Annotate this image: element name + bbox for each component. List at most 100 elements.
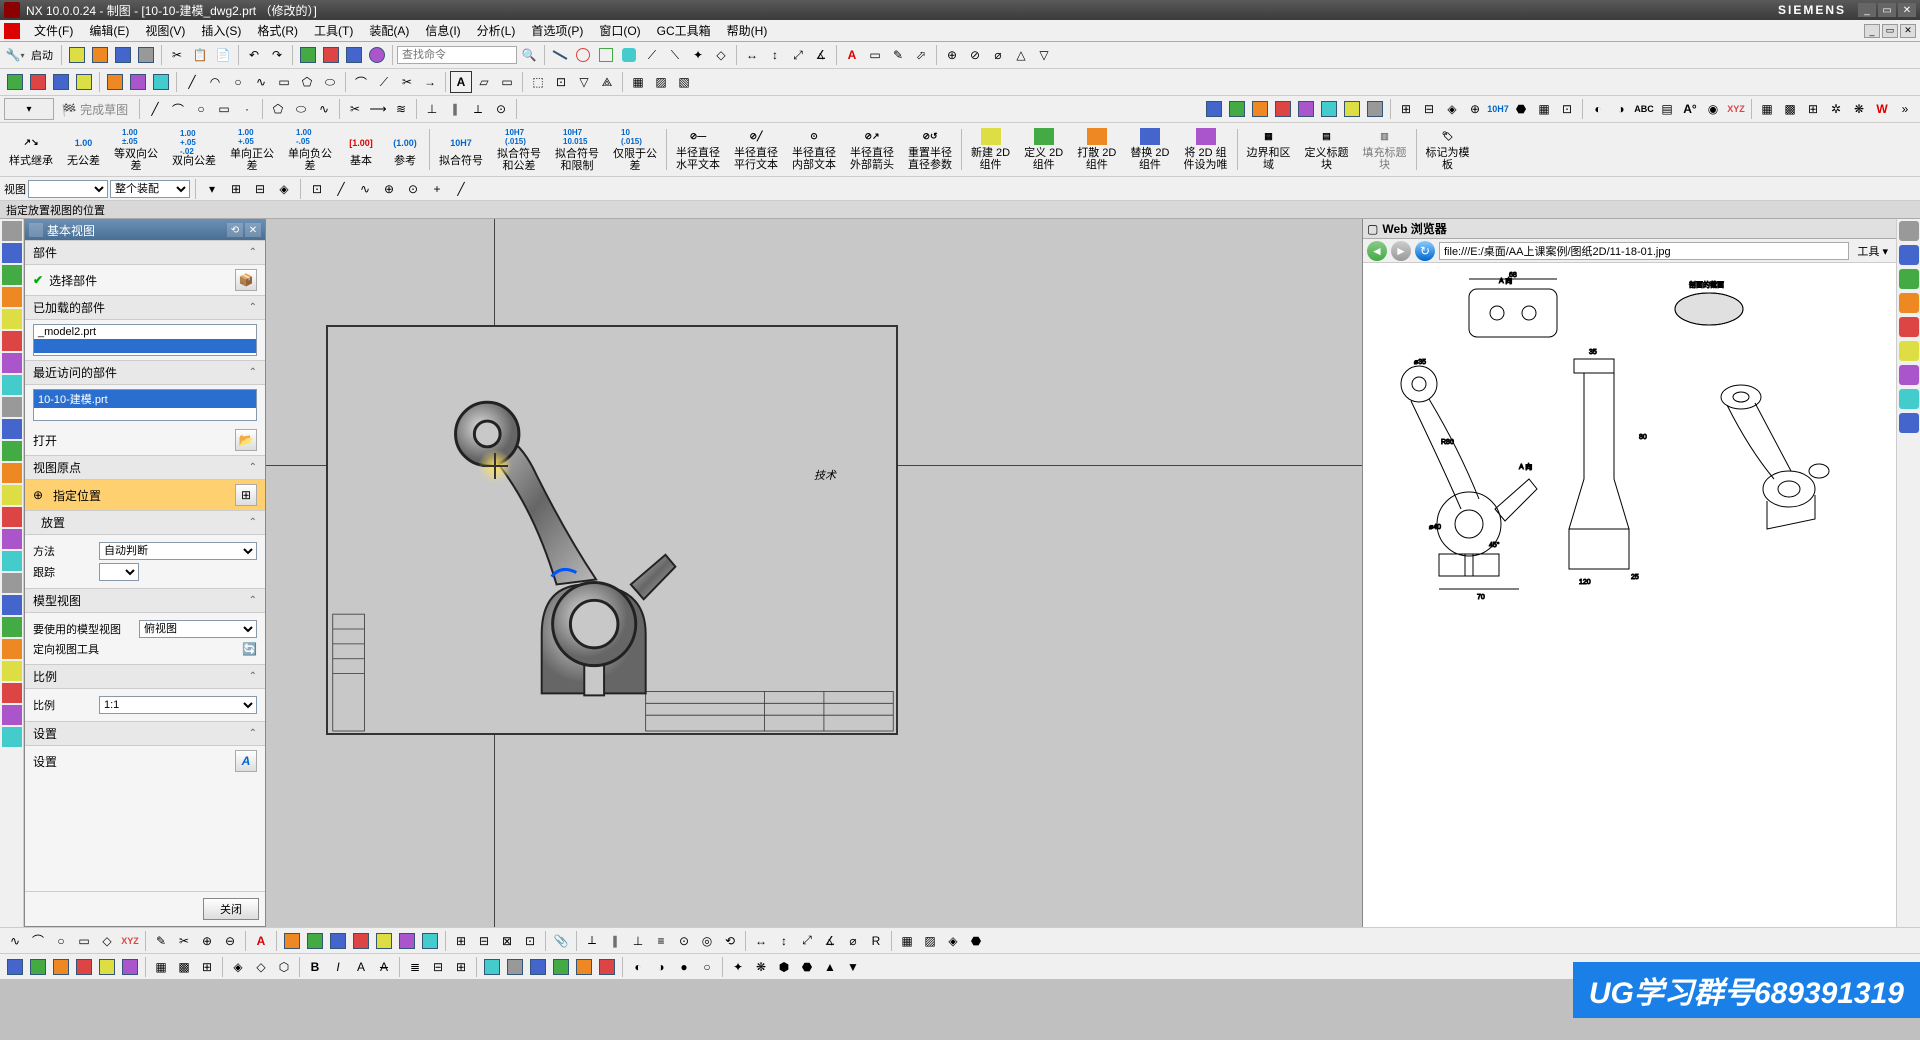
- annot-icon[interactable]: ▱: [473, 71, 495, 93]
- tool-icon[interactable]: [27, 71, 49, 93]
- nav-icon[interactable]: [2, 463, 22, 483]
- feat-icon[interactable]: [350, 930, 372, 952]
- feat-icon[interactable]: [327, 930, 349, 952]
- misc-icon[interactable]: ▩: [1779, 98, 1801, 120]
- polygon-icon[interactable]: ⬠: [296, 71, 318, 93]
- snap-icon[interactable]: ⊡: [306, 178, 328, 200]
- misc-icon[interactable]: ▨: [919, 930, 941, 952]
- render-icon[interactable]: ◑: [650, 956, 672, 978]
- cmd-tol-only[interactable]: 10 (.015)仅限于公 差: [606, 125, 664, 174]
- copy-icon[interactable]: 📋: [189, 44, 211, 66]
- modelview-select[interactable]: 俯视图: [139, 620, 257, 638]
- annot-icon[interactable]: ▭: [496, 71, 518, 93]
- feat-icon[interactable]: [281, 930, 303, 952]
- asm-icon[interactable]: [550, 956, 572, 978]
- section-placement[interactable]: 放置⌃: [25, 510, 265, 535]
- tool-icon[interactable]: [320, 44, 342, 66]
- cmd-exp2d[interactable]: 打散 2D 组件: [1070, 125, 1123, 174]
- misc-icon[interactable]: ❋: [1848, 98, 1870, 120]
- section-part[interactable]: 部件⌃: [25, 240, 265, 265]
- curve-icon[interactable]: ▭: [73, 930, 95, 952]
- ellipse-tool-icon[interactable]: ⬭: [290, 98, 312, 120]
- new-icon[interactable]: [66, 44, 88, 66]
- dim-icon[interactable]: ↕: [764, 44, 786, 66]
- refresh-icon[interactable]: ↻: [1415, 241, 1435, 261]
- finish-icon[interactable]: 🏁 完成草图: [55, 98, 135, 120]
- asm-icon[interactable]: [527, 956, 549, 978]
- redo-icon[interactable]: ↷: [266, 44, 288, 66]
- tool-icon[interactable]: [4, 71, 26, 93]
- weld-icon[interactable]: ⟁: [596, 71, 618, 93]
- orient-tool-icon[interactable]: 🔄: [242, 642, 257, 656]
- misc-icon[interactable]: ⊕: [1464, 98, 1486, 120]
- drawing-canvas[interactable]: 技术: [266, 219, 1362, 927]
- misc-icon[interactable]: ⊡: [1556, 98, 1578, 120]
- snap-icon[interactable]: ╱: [450, 178, 472, 200]
- constraint-icon[interactable]: ⊙: [673, 930, 695, 952]
- cmd-unq2d[interactable]: 将 2D 组 件设为唯: [1177, 125, 1235, 174]
- fillet-icon[interactable]: ⌒: [350, 71, 372, 93]
- text-icon[interactable]: A: [841, 44, 863, 66]
- paste-icon[interactable]: 📄: [212, 44, 234, 66]
- view-icon[interactable]: [1341, 98, 1363, 120]
- cmd-bi-tol[interactable]: 1.00 +.05 -.02双向公差: [165, 125, 223, 174]
- sketch-icon[interactable]: ◇: [710, 44, 732, 66]
- dialog-titlebar[interactable]: 基本视图 ⟲ ✕: [25, 220, 265, 240]
- misc-icon[interactable]: ▤: [1656, 98, 1678, 120]
- nav-icon[interactable]: [2, 331, 22, 351]
- web-tools-menu[interactable]: 工具 ▾: [1853, 243, 1892, 259]
- expand-icon[interactable]: »: [1894, 98, 1916, 120]
- nav-icon[interactable]: [2, 309, 22, 329]
- back-icon[interactable]: ◄: [1367, 241, 1387, 261]
- polygon-tool-icon[interactable]: ⬠: [267, 98, 289, 120]
- constraint-icon[interactable]: ∥: [604, 930, 626, 952]
- cmd-boundary[interactable]: ▦边界和区 域: [1240, 125, 1298, 174]
- track-select[interactable]: [99, 563, 139, 581]
- menu-tools[interactable]: 工具(T): [306, 20, 361, 41]
- asm-icon[interactable]: [504, 956, 526, 978]
- undo-icon[interactable]: ↶: [243, 44, 265, 66]
- list-item[interactable]: [34, 339, 256, 353]
- misc-icon[interactable]: ◉: [1702, 98, 1724, 120]
- curve-icon[interactable]: ○: [50, 930, 72, 952]
- mdi-close[interactable]: ✕: [1900, 24, 1916, 38]
- cmd-neg-tol[interactable]: 1.00 -.05单向负公 差: [281, 125, 339, 174]
- nav-icon[interactable]: [2, 595, 22, 615]
- constraint-icon[interactable]: ⊙: [490, 98, 512, 120]
- resource-icon[interactable]: [1899, 317, 1919, 337]
- constraint-icon[interactable]: ⊥: [627, 930, 649, 952]
- text-strike-icon[interactable]: A: [373, 956, 395, 978]
- nav-icon[interactable]: [2, 507, 22, 527]
- sketch-icon[interactable]: [549, 44, 571, 66]
- section-settings[interactable]: 设置⌃: [25, 721, 265, 746]
- view-icon[interactable]: [1272, 98, 1294, 120]
- snap-icon[interactable]: ∿: [354, 178, 376, 200]
- cmd-eq-tol[interactable]: 1.00 ±.05等双向公 差: [107, 125, 165, 174]
- misc-icon[interactable]: ⬣: [1510, 98, 1532, 120]
- misc-icon[interactable]: ⊞: [1802, 98, 1824, 120]
- view-icon[interactable]: [1249, 98, 1271, 120]
- close-button[interactable]: 关闭: [203, 898, 259, 920]
- annot-text-icon[interactable]: A: [450, 71, 472, 93]
- tool-icon[interactable]: [343, 44, 365, 66]
- constraint-icon[interactable]: ◎: [696, 930, 718, 952]
- cmd-fit-sym[interactable]: 10H7拟合符号: [432, 125, 490, 174]
- section-modelview[interactable]: 模型视图⌃: [25, 588, 265, 613]
- misc-icon[interactable]: ⬣: [796, 956, 818, 978]
- menu-insert[interactable]: 插入(S): [193, 20, 249, 41]
- resource-icon[interactable]: [1899, 365, 1919, 385]
- list-item[interactable]: _model2.prt: [34, 325, 256, 339]
- open-icon[interactable]: [89, 44, 111, 66]
- misc-icon[interactable]: ▲: [819, 956, 841, 978]
- cmd-fill-title[interactable]: ▥填充标题 块: [1356, 125, 1414, 174]
- nav-icon[interactable]: [2, 419, 22, 439]
- resource-icon[interactable]: [1899, 293, 1919, 313]
- section-recent[interactable]: 最近访问的部件⌃: [25, 360, 265, 385]
- filter-icon[interactable]: ⊞: [225, 178, 247, 200]
- arc-icon[interactable]: ◠: [204, 71, 226, 93]
- asm-icon[interactable]: [596, 956, 618, 978]
- attach-icon[interactable]: 📎: [550, 930, 572, 952]
- nav-icon[interactable]: [2, 705, 22, 725]
- gdt-icon[interactable]: ⊡: [550, 71, 572, 93]
- spline-icon[interactable]: ∿: [250, 71, 272, 93]
